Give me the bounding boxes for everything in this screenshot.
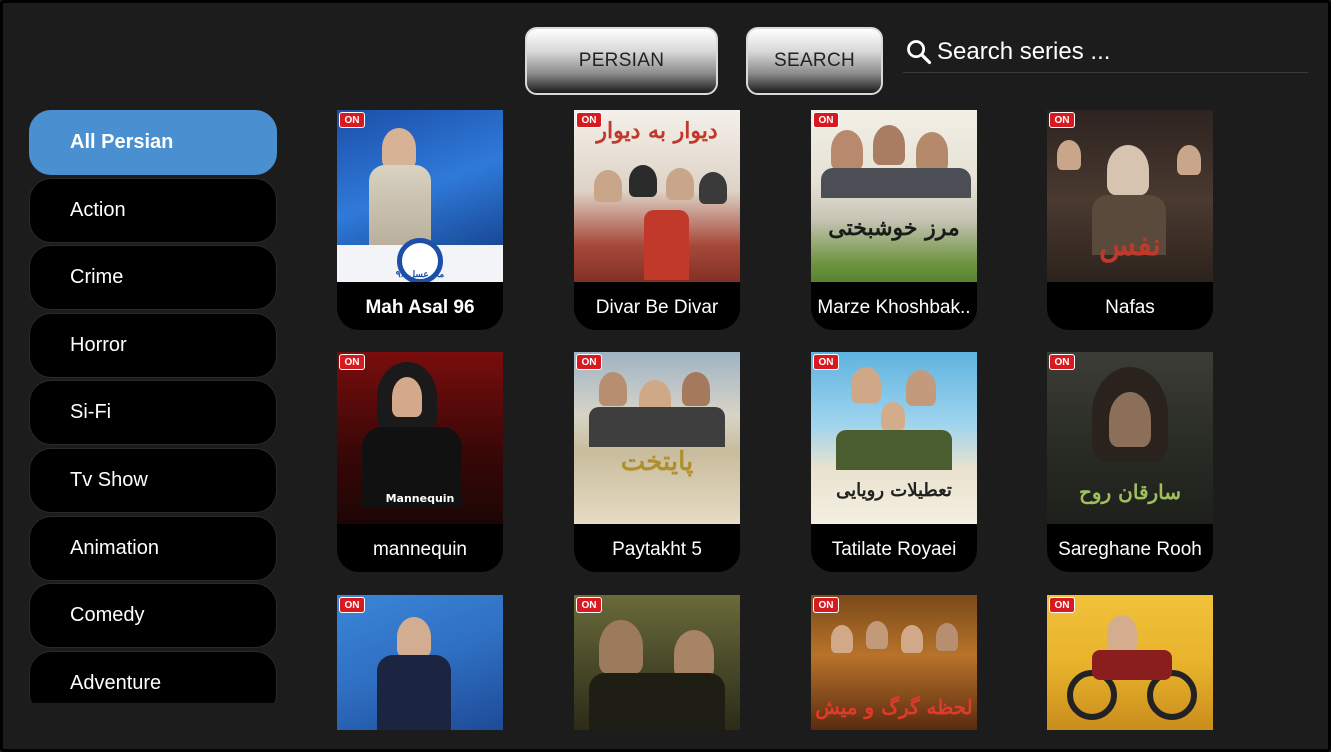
series-title: mannequin <box>337 524 503 572</box>
category-action[interactable]: Action <box>29 178 277 243</box>
series-card-mah-asal-96[interactable]: ماه عسل ۹۶ ON Mah Asal 96 <box>337 110 503 330</box>
on-badge: ON <box>339 112 365 128</box>
app-frame: PERSIAN SEARCH All Persian Action Crime … <box>0 0 1331 752</box>
category-all-persian[interactable]: All Persian <box>29 110 277 175</box>
on-badge: ON <box>339 597 365 613</box>
category-label: Horror <box>70 334 127 356</box>
persian-button-label: PERSIAN <box>578 50 665 71</box>
on-badge: ON <box>813 597 839 613</box>
category-label: Comedy <box>70 604 145 626</box>
series-poster: ماه عسل ۹۶ ON <box>337 110 503 290</box>
series-poster: دیوار به دیوار ON <box>574 110 740 290</box>
poster-title: تعطیلات رویایی <box>836 480 952 501</box>
poster-title: Mannequin <box>385 492 455 505</box>
poster-title: مرز خوشبختی <box>828 215 960 241</box>
persian-button[interactable]: PERSIAN <box>525 27 718 95</box>
category-label: Action <box>70 199 126 221</box>
series-card-row3-4[interactable]: ON <box>1047 595 1213 730</box>
category-label: All Persian <box>70 131 174 153</box>
on-badge: ON <box>576 597 602 613</box>
category-crime[interactable]: Crime <box>29 245 277 310</box>
category-label: Adventure <box>70 672 162 694</box>
category-tv-show[interactable]: Tv Show <box>29 448 277 513</box>
series-poster: Mannequin ON <box>337 352 503 532</box>
series-title: Marze Khoshbak.. <box>811 282 977 330</box>
category-animation[interactable]: Animation <box>29 516 277 581</box>
series-poster: ON <box>337 595 503 730</box>
search-bar[interactable] <box>903 31 1308 73</box>
series-card-divar-be-divar[interactable]: دیوار به دیوار ON Divar Be Divar <box>574 110 740 330</box>
category-sidebar: All Persian Action Crime Horror Si-Fi Tv… <box>29 110 277 703</box>
series-poster: تعطیلات رویایی ON <box>811 352 977 532</box>
on-badge: ON <box>339 354 365 370</box>
poster-title: نفس <box>1099 228 1161 263</box>
search-icon <box>907 39 932 64</box>
category-comedy[interactable]: Comedy <box>29 583 277 648</box>
series-poster: پایتخت ON <box>574 352 740 532</box>
on-badge: ON <box>576 112 602 128</box>
on-badge: ON <box>813 112 839 128</box>
series-title: Divar Be Divar <box>574 282 740 330</box>
series-title: Nafas <box>1047 282 1213 330</box>
series-card-row3-1[interactable]: ON <box>337 595 503 730</box>
series-title: Mah Asal 96 <box>337 282 503 330</box>
series-card-paytakht-5[interactable]: پایتخت ON Paytakht 5 <box>574 352 740 572</box>
on-badge: ON <box>1049 354 1075 370</box>
on-badge: ON <box>1049 597 1075 613</box>
poster-title: پایتخت <box>620 447 694 477</box>
category-label: Crime <box>70 266 124 288</box>
series-poster: نفس ON <box>1047 110 1213 290</box>
series-poster: ON <box>1047 595 1213 730</box>
poster-title: ماه عسل ۹۶ <box>395 270 445 280</box>
poster-title: لحظه گرگ و میش <box>815 695 973 719</box>
category-sci-fi[interactable]: Si-Fi <box>29 380 277 445</box>
series-poster: ON <box>574 595 740 730</box>
category-label: Tv Show <box>70 469 148 491</box>
series-title: Tatilate Royaei <box>811 524 977 572</box>
series-card-sareghane-rooh[interactable]: سارقان روح ON Sareghane Rooh <box>1047 352 1213 572</box>
search-button-label: SEARCH <box>774 50 855 71</box>
series-poster: لحظه گرگ و میش ON <box>811 595 977 730</box>
poster-title: سارقان روح <box>1078 480 1182 504</box>
search-button[interactable]: SEARCH <box>746 27 883 95</box>
category-horror[interactable]: Horror <box>29 313 277 378</box>
series-card-row3-2[interactable]: ON <box>574 595 740 730</box>
series-card-nafas[interactable]: نفس ON Nafas <box>1047 110 1213 330</box>
series-title: Paytakht 5 <box>574 524 740 572</box>
series-card-row3-3[interactable]: لحظه گرگ و میش ON <box>811 595 977 730</box>
search-input[interactable] <box>937 37 1297 66</box>
category-label: Si-Fi <box>70 401 112 423</box>
series-card-marze-khoshbakhti[interactable]: مرز خوشبختی ON Marze Khoshbak.. <box>811 110 977 330</box>
category-adventure[interactable]: Adventure <box>29 651 277 703</box>
on-badge: ON <box>1049 112 1075 128</box>
category-label: Animation <box>70 537 159 559</box>
series-card-tatilate-royaei[interactable]: تعطیلات رویایی ON Tatilate Royaei <box>811 352 977 572</box>
on-badge: ON <box>576 354 602 370</box>
series-title: Sareghane Rooh <box>1047 524 1213 572</box>
series-poster: مرز خوشبختی ON <box>811 110 977 290</box>
series-card-mannequin[interactable]: Mannequin ON mannequin <box>337 352 503 572</box>
series-poster: سارقان روح ON <box>1047 352 1213 532</box>
on-badge: ON <box>813 354 839 370</box>
